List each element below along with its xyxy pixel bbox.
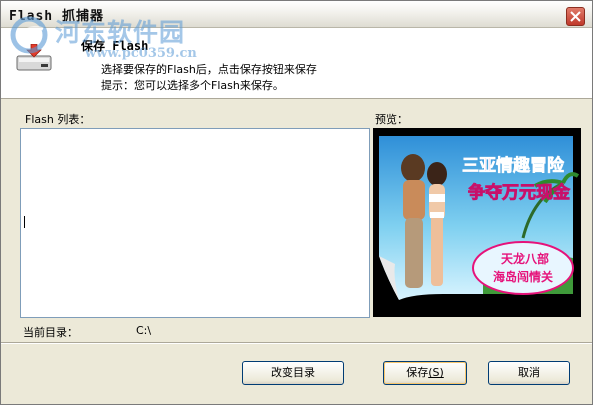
watermark: 河东软件园 www.pc0359.cn [7, 13, 207, 63]
preview-badge-line2: 海岛闯情关 [493, 269, 553, 284]
save-button-label: 保存 [406, 366, 429, 379]
watermark-url: www.pc0359.cn [85, 46, 197, 61]
close-icon [570, 11, 581, 22]
preview-badge-line1: 天龙八部 [501, 251, 549, 266]
preview-title-line1: 三亚情趣冒险 [462, 155, 565, 176]
header-tip: 提示：您可以选择多个Flash来保存。 [101, 79, 284, 92]
watermark-site-name: 河东软件园 [55, 18, 186, 47]
preview-pane: 三亚情趣冒险 争夺万元现金 天龙八部 海岛闯情关 [373, 128, 581, 317]
current-dir-label: 当前目录： [23, 326, 78, 339]
close-button[interactable] [566, 7, 585, 26]
change-directory-button[interactable]: 改变目录 [242, 361, 344, 385]
dialog-window: Flash 抓捕器 保存 Flash 选择要保存的Flash后，点击保存按钮来保… [0, 0, 593, 405]
cancel-button[interactable]: 取消 [488, 361, 570, 385]
flash-list[interactable] [20, 128, 370, 318]
save-button-hotkey: (S) [428, 366, 444, 379]
preview-title-line2: 争夺万元现金 [468, 182, 571, 203]
preview-label: 预览： [375, 113, 408, 126]
flash-list-label: Flash 列表： [25, 113, 91, 126]
button-separator [1, 342, 592, 344]
preview-image: 三亚情趣冒险 争夺万元现金 天龙八部 海岛闯情关 [379, 136, 580, 300]
current-dir-value: C:\ [136, 324, 152, 337]
text-caret [24, 216, 25, 228]
globe-logo-icon [10, 16, 48, 54]
header-instruction: 选择要保存的Flash后，点击保存按钮来保存 [101, 63, 317, 76]
save-button[interactable]: 保存(S) [383, 361, 467, 385]
